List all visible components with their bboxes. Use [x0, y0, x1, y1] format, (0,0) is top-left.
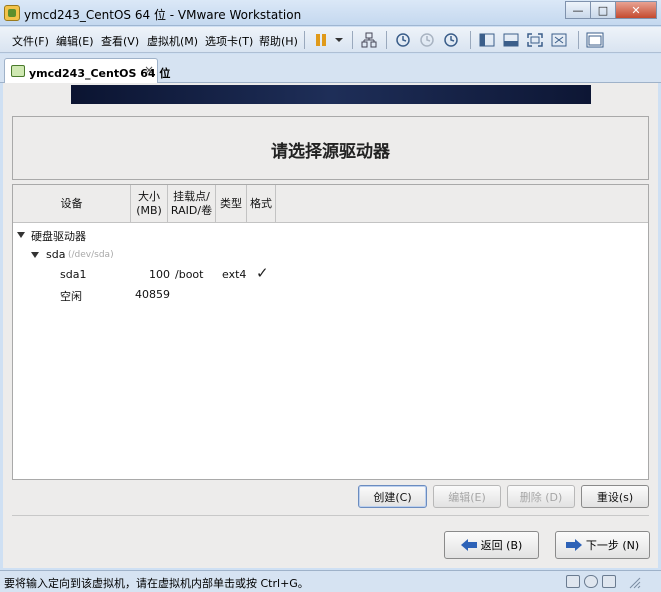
menu-edit[interactable]: 编辑(E) [56, 33, 94, 49]
tree-row-disk[interactable]: sda (/dev/sda) [15, 248, 635, 264]
format-check-icon: ✓ [256, 264, 269, 282]
pause-icon[interactable] [312, 31, 330, 49]
installer-banner [71, 85, 591, 104]
snapshot-manager-icon[interactable] [442, 31, 460, 49]
chevron-down-icon[interactable] [330, 31, 348, 49]
free-space-label: 空闲 [60, 290, 82, 303]
table-header: 设备 大小 (MB) 挂载点/ RAID/卷 类型 格式 [13, 185, 648, 223]
toolbar-separator [470, 31, 471, 49]
next-button[interactable]: 下一步 (N) [555, 531, 650, 559]
tree-row-hard-drives[interactable]: 硬盘驱动器 [15, 228, 635, 244]
delete-button[interactable]: 删除 (D) [507, 485, 575, 508]
toolbar-separator [578, 31, 579, 49]
column-type[interactable]: 类型 [216, 185, 247, 223]
column-size[interactable]: 大小 (MB) [131, 185, 168, 223]
close-button[interactable]: ✕ [615, 1, 657, 19]
toolbar-separator [352, 31, 353, 49]
partition-type: ext4 [222, 268, 247, 281]
toolbar-separator [386, 31, 387, 49]
tab-bar: ymcd243_CentOS 64 位 × [0, 54, 661, 84]
revert-snapshot-icon [418, 31, 436, 49]
tab-vm[interactable]: ymcd243_CentOS 64 位 × [4, 58, 170, 84]
close-icon[interactable]: × [144, 63, 154, 77]
vmware-app-icon [4, 5, 20, 21]
back-arrow-icon [460, 539, 477, 551]
table-row[interactable]: sda1 100 /boot ext4 ✓ [15, 264, 635, 284]
column-format[interactable]: 格式 [247, 185, 276, 223]
unity-icon[interactable] [550, 31, 568, 49]
column-device[interactable]: 设备 [13, 185, 131, 223]
thumbnail-view-icon[interactable] [586, 31, 604, 49]
window-controls: — □ ✕ [565, 1, 657, 19]
status-message: 要将输入定向到该虚拟机，请在虚拟机内部单击或按 Ctrl+G。 [4, 577, 309, 590]
partition-name: sda1 [60, 268, 87, 281]
cd-drive-icon[interactable] [584, 575, 598, 588]
installer-header: 请选择源驱动器 [12, 116, 649, 180]
back-button-label: 返回 (B) [480, 539, 523, 552]
hard-disk-icon[interactable] [566, 575, 580, 588]
next-arrow-icon [565, 539, 582, 551]
snapshot-icon[interactable] [394, 31, 412, 49]
table-row[interactable]: 空闲 40859 [15, 286, 635, 304]
create-button[interactable]: 创建(C) [358, 485, 427, 508]
divider [12, 515, 649, 516]
partition-size: 100 [149, 268, 170, 281]
fullscreen-icon[interactable] [526, 31, 544, 49]
page-title: 请选择源驱动器 [271, 142, 390, 162]
vm-console[interactable]: 请选择源驱动器 设备 大小 (MB) 挂载点/ RAID/卷 类型 格式 硬盘驱… [3, 83, 658, 568]
expand-triangle-icon[interactable] [31, 252, 39, 258]
minimize-button[interactable]: — [565, 1, 591, 19]
menu-vm[interactable]: 虚拟机(M) [147, 33, 198, 49]
expand-triangle-icon[interactable] [17, 232, 25, 238]
window-title: ymcd243_CentOS 64 位 - VMware Workstation [24, 8, 302, 22]
console-view-icon[interactable] [502, 31, 520, 49]
drive-table: 设备 大小 (MB) 挂载点/ RAID/卷 类型 格式 硬盘驱动器 sda (… [12, 184, 649, 480]
group-label: 硬盘驱动器 [31, 230, 86, 243]
menu-help[interactable]: 帮助(H) [259, 33, 298, 49]
network-adapter-icon[interactable] [602, 575, 616, 588]
edit-button[interactable]: 编辑(E) [433, 485, 501, 508]
sidebar-view-icon[interactable] [478, 31, 496, 49]
back-button[interactable]: 返回 (B) [444, 531, 539, 559]
menu-bar: 文件(F) 编辑(E) 查看(V) 虚拟机(M) 选项卡(T) 帮助(H) [0, 27, 661, 53]
disk-path: (/dev/sda) [68, 250, 114, 260]
vm-tab-icon [11, 65, 25, 77]
network-icon[interactable] [360, 31, 378, 49]
next-button-label: 下一步 (N) [585, 539, 640, 552]
menu-tabs[interactable]: 选项卡(T) [205, 33, 253, 49]
title-bar: ymcd243_CentOS 64 位 - VMware Workstation… [0, 0, 661, 26]
restore-button[interactable]: □ [590, 1, 616, 19]
column-mount[interactable]: 挂载点/ RAID/卷 [168, 185, 216, 223]
toolbar-separator [304, 31, 305, 49]
status-bar: 要将输入定向到该虚拟机，请在虚拟机内部单击或按 Ctrl+G。 [0, 570, 661, 592]
menu-file[interactable]: 文件(F) [12, 33, 49, 49]
free-space-size: 40859 [135, 288, 170, 301]
disk-name: sda [46, 248, 66, 261]
reset-button[interactable]: 重设(s) [581, 485, 649, 508]
partition-mount: /boot [175, 268, 204, 281]
resize-grip-icon[interactable] [627, 575, 641, 589]
menu-view[interactable]: 查看(V) [101, 33, 139, 49]
